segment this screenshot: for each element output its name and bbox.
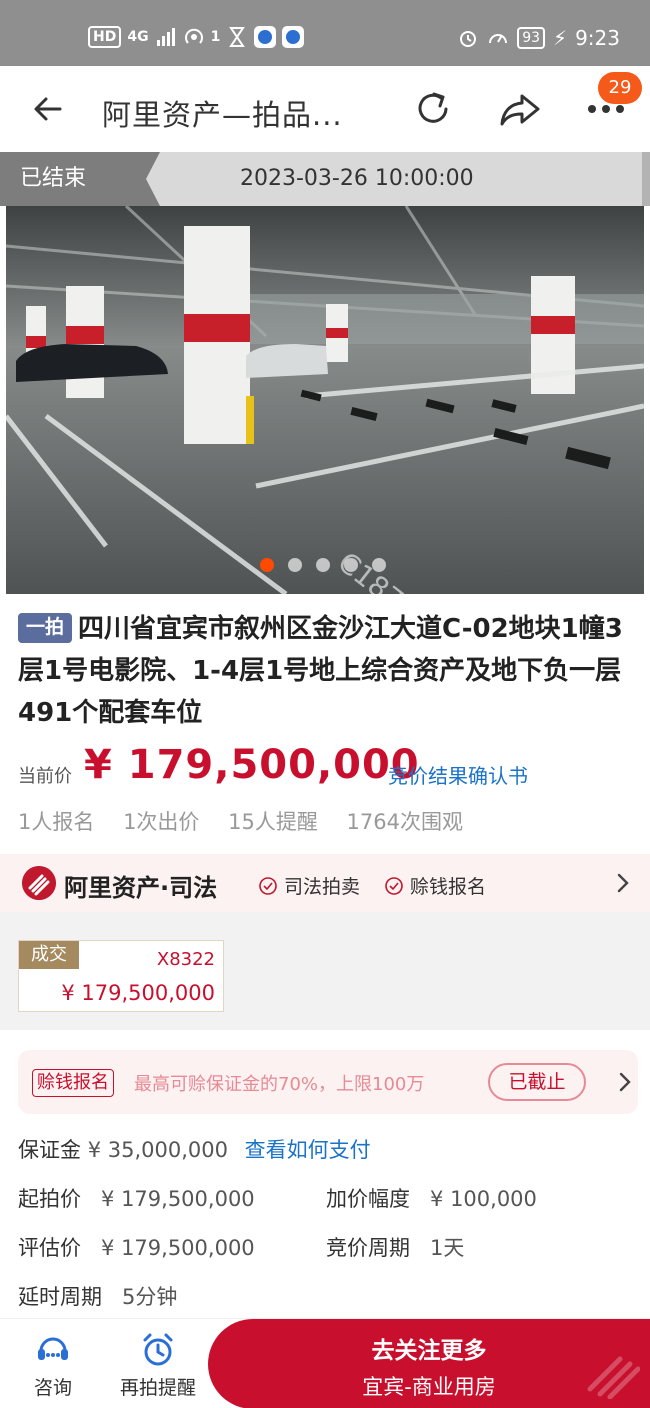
- how-to-pay-link[interactable]: 查看如何支付: [245, 1138, 371, 1162]
- carousel-dot[interactable]: [260, 558, 274, 572]
- consult-label: 咨询: [33, 1377, 72, 1399]
- item-photo-carousel[interactable]: C187: [6, 206, 644, 594]
- status-left-icons: HD 4G 1: [88, 26, 305, 48]
- delay-period-row: 延时周期 5分钟: [18, 1281, 177, 1311]
- speedometer-icon: [489, 34, 508, 44]
- headset-chat-icon: [38, 1337, 68, 1360]
- increment-label: 加价幅度: [326, 1187, 410, 1211]
- current-price-label: 当前价: [18, 766, 72, 787]
- sim-label: 1: [210, 29, 221, 45]
- item-title: 四川省宜宾市叙州区金沙江大道C-02地块1幢3层1号电影院、1-4层1号地上综合…: [18, 614, 623, 728]
- credit-signup-label: 赊钱报名: [410, 876, 487, 898]
- deposit-value: ¥ 35,000,000: [87, 1138, 228, 1162]
- item-title-block: 一拍 四川省宜宾市叙州区金沙江大道C-02地块1幢3层1号电影院、1-4层1号地上…: [18, 608, 638, 734]
- parking-garage-photo: C187: [6, 206, 644, 594]
- bidding-period-value: 1天: [430, 1236, 465, 1260]
- hourglass-icon: [229, 27, 246, 47]
- ali-assets-logo-icon: [22, 866, 56, 900]
- judicial-auction-tag: 司法拍卖: [258, 872, 360, 899]
- notification-badge: 29: [598, 72, 642, 104]
- appraisal-label: 评估价: [18, 1236, 81, 1260]
- browser-notification-icon: [282, 26, 305, 48]
- status-bar: HD 4G 1 93 ⚡ 9:23: [0, 0, 650, 66]
- reauction-reminder-label: 再拍提醒: [119, 1377, 196, 1399]
- deal-record-area: 成交 X8322 ¥ 179,500,000: [0, 912, 650, 1030]
- check-circle-icon: [259, 876, 277, 895]
- deposit-label: 保证金: [18, 1138, 81, 1162]
- current-price-row: 当前价 ¥ 179,500,000 竞价结果确认书: [18, 742, 638, 802]
- app-notification-icon: [254, 26, 277, 48]
- appraisal-value: ¥ 179,500,000: [101, 1236, 255, 1260]
- hd-indicator: HD: [88, 26, 122, 48]
- carousel-indicator: [260, 558, 386, 572]
- carousel-dot[interactable]: [288, 558, 302, 572]
- back-arrow-icon[interactable]: [30, 91, 66, 127]
- share-icon[interactable]: [498, 88, 542, 130]
- views-count: 1764次围观: [346, 810, 463, 834]
- consult-button[interactable]: 咨询: [28, 1331, 78, 1400]
- start-price-value: ¥ 179,500,000: [101, 1187, 255, 1211]
- reminders-count: 15人提醒: [228, 810, 318, 834]
- carousel-dot[interactable]: [372, 558, 386, 572]
- deal-record-card[interactable]: 成交 X8322 ¥ 179,500,000: [18, 940, 224, 1012]
- strip-edge: [642, 152, 650, 206]
- deal-price: ¥ 179,500,000: [61, 981, 215, 1005]
- judicial-auction-label: 司法拍卖: [284, 876, 361, 898]
- credit-signup-tag: 赊钱报名: [384, 872, 486, 899]
- clock: 9:23: [575, 26, 620, 50]
- chevron-right-icon[interactable]: [616, 872, 630, 894]
- credit-signup-banner[interactable]: 赊钱报名 最高可赊保证金的70%，上限100万 已截止: [18, 1050, 638, 1114]
- appraisal-row: 评估价 ¥ 179,500,000: [18, 1232, 255, 1262]
- deal-status-tag: 成交: [19, 941, 79, 969]
- auction-stats: 1人报名 1次出价 15人提醒 1764次围观: [18, 806, 485, 836]
- check-circle-icon: [385, 876, 403, 895]
- alarm-icon: [460, 31, 477, 47]
- delay-period-label: 延时周期: [18, 1285, 102, 1309]
- bidding-period-row: 竞价周期 1天: [326, 1232, 464, 1262]
- credit-signup-description: 最高可赊保证金的70%，上限100万: [134, 1074, 425, 1095]
- auction-round-tag: 一拍: [18, 613, 73, 643]
- carousel-dot[interactable]: [344, 558, 358, 572]
- deposit-row: 保证金 ¥ 35,000,000 查看如何支付: [18, 1134, 371, 1164]
- hotspot-icon: [184, 28, 203, 44]
- refresh-icon[interactable]: [412, 88, 454, 130]
- charging-icon: ⚡: [553, 26, 568, 50]
- winning-bidder-id: X8322: [156, 949, 215, 970]
- increment-row: 加价幅度 ¥ 100,000: [326, 1183, 537, 1213]
- auction-item-page: HD 4G 1 93 ⚡ 9:23 阿里资产—拍品... 29 已结束 2023…: [0, 0, 650, 1408]
- credit-signup-closed-button[interactable]: 已截止: [488, 1063, 586, 1101]
- reauction-reminder-button[interactable]: 再拍提醒: [116, 1331, 200, 1400]
- follow-more-button[interactable]: 去关注更多 宜宾-商业用房: [208, 1319, 650, 1408]
- increment-value: ¥ 100,000: [430, 1187, 537, 1211]
- delay-period-value: 5分钟: [122, 1285, 178, 1309]
- page-title: 阿里资产—拍品...: [102, 98, 343, 132]
- bid-result-confirmation-link[interactable]: 竞价结果确认书: [388, 760, 528, 789]
- brand-stripes-icon: [587, 1356, 640, 1399]
- registrants-count: 1人报名: [18, 810, 95, 834]
- chevron-right-icon[interactable]: [618, 1071, 632, 1093]
- bidding-period-label: 竞价周期: [326, 1236, 410, 1260]
- signal-icon: [156, 28, 175, 46]
- judicial-brand: 阿里资产·司法: [64, 874, 218, 902]
- start-price-label: 起拍价: [18, 1187, 81, 1211]
- credit-signup-tag: 赊钱报名: [32, 1069, 114, 1097]
- judicial-service-bar[interactable]: 阿里资产·司法 司法拍卖 赊钱报名: [0, 854, 650, 912]
- battery-level: 93: [517, 27, 546, 49]
- network-type: 4G: [127, 29, 149, 45]
- bottom-action-bar: 咨询 再拍提醒 去关注更多 宜宾-商业用房: [0, 1318, 650, 1408]
- auction-status-strip: 已结束 2023-03-26 10:00:00: [0, 152, 650, 206]
- auction-status-label: 已结束: [0, 152, 160, 206]
- alarm-clock-icon: [143, 1333, 173, 1366]
- carousel-dot[interactable]: [316, 558, 330, 572]
- top-nav-bar: 阿里资产—拍品...: [0, 66, 650, 152]
- current-price-value: ¥ 179,500,000: [84, 742, 420, 788]
- status-right-icons: 93 ⚡ 9:23: [457, 26, 620, 50]
- start-price-row: 起拍价 ¥ 179,500,000: [18, 1183, 255, 1213]
- bids-count: 1次出价: [123, 810, 200, 834]
- auction-end-time: 2023-03-26 10:00:00: [240, 166, 474, 191]
